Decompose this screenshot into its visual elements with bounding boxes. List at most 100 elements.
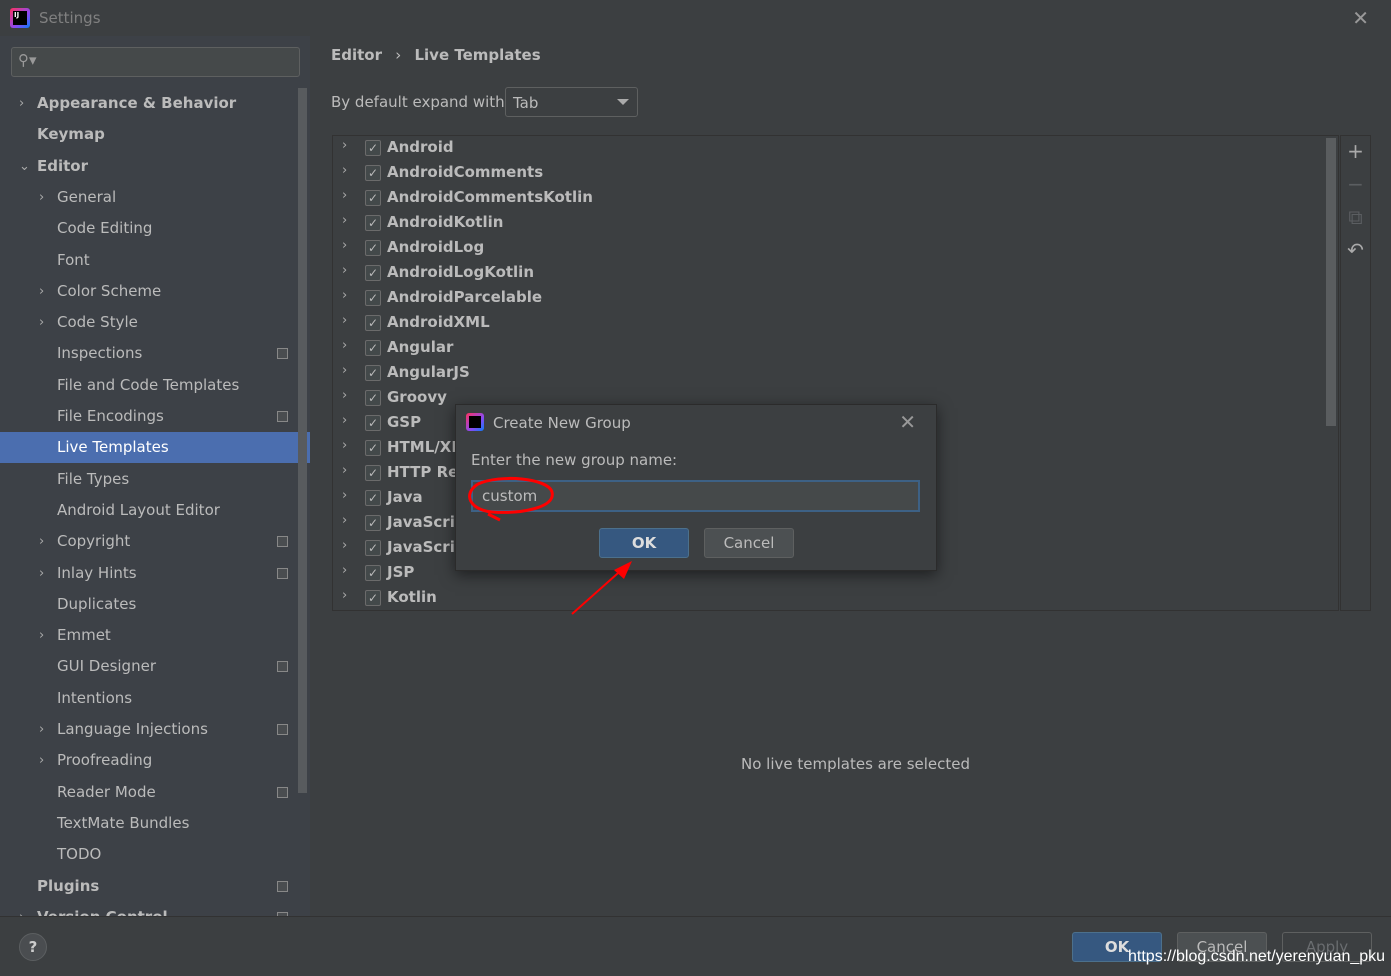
- sidebar-item-general[interactable]: › General: [0, 182, 310, 213]
- close-icon[interactable]: ✕: [1352, 6, 1369, 30]
- search-input[interactable]: ⚲▾: [11, 47, 300, 77]
- template-checkbox[interactable]: ✓: [365, 440, 381, 456]
- sidebar-item-proofreading[interactable]: › Proofreading: [0, 745, 310, 776]
- chevron-right-icon[interactable]: ›: [342, 288, 347, 303]
- sidebar-item-android-layout-editor[interactable]: Android Layout Editor: [0, 495, 310, 526]
- template-checkbox[interactable]: ✓: [365, 390, 381, 406]
- template-group-row[interactable]: › ✓ AndroidCommentsKotlin: [333, 186, 1323, 211]
- copy-icon[interactable]: ⧉: [1341, 205, 1370, 229]
- template-checkbox[interactable]: ✓: [365, 215, 381, 231]
- template-checkbox[interactable]: ✓: [365, 565, 381, 581]
- sidebar-item-plugins[interactable]: Plugins: [0, 871, 310, 902]
- chevron-right-icon[interactable]: ›: [39, 307, 44, 338]
- sidebar-item-copyright[interactable]: › Copyright: [0, 526, 310, 557]
- template-group-row[interactable]: › ✓ AndroidParcelable: [333, 286, 1323, 311]
- template-group-row[interactable]: › ✓ Angular: [333, 336, 1323, 361]
- template-checkbox[interactable]: ✓: [365, 315, 381, 331]
- sidebar-item-font[interactable]: Font: [0, 245, 310, 276]
- chevron-right-icon[interactable]: ›: [39, 745, 44, 776]
- sidebar-item-code-editing[interactable]: Code Editing: [0, 213, 310, 244]
- sidebar-item-inspections[interactable]: Inspections: [0, 338, 310, 369]
- template-checkbox[interactable]: ✓: [365, 190, 381, 206]
- template-checkbox[interactable]: ✓: [365, 140, 381, 156]
- template-checkbox[interactable]: ✓: [365, 415, 381, 431]
- sidebar-item-live-templates[interactable]: Live Templates: [0, 432, 310, 464]
- template-checkbox[interactable]: ✓: [365, 265, 381, 281]
- sidebar-item-file-encodings[interactable]: File Encodings: [0, 401, 310, 432]
- sidebar-item-intentions[interactable]: Intentions: [0, 683, 310, 714]
- chevron-right-icon[interactable]: ›: [19, 88, 24, 119]
- templates-scrollbar[interactable]: [1326, 138, 1336, 426]
- template-group-row[interactable]: › ✓ Kotlin: [333, 586, 1323, 610]
- template-checkbox[interactable]: ✓: [365, 465, 381, 481]
- template-checkbox[interactable]: ✓: [365, 515, 381, 531]
- sidebar-item-file-types[interactable]: File Types: [0, 464, 310, 495]
- chevron-right-icon[interactable]: ›: [342, 488, 347, 503]
- sidebar-item-appearance-behavior[interactable]: › Appearance & Behavior: [0, 88, 310, 119]
- chevron-right-icon[interactable]: ›: [39, 620, 44, 651]
- sidebar-item-gui-designer[interactable]: GUI Designer: [0, 651, 310, 682]
- template-group-row[interactable]: › ✓ AndroidComments: [333, 161, 1323, 186]
- template-checkbox[interactable]: ✓: [365, 365, 381, 381]
- template-group-row[interactable]: › ✓ AndroidXML: [333, 311, 1323, 336]
- sidebar-item-reader-mode[interactable]: Reader Mode: [0, 777, 310, 808]
- sidebar-scrollbar[interactable]: [298, 88, 307, 793]
- sidebar-item-duplicates[interactable]: Duplicates: [0, 589, 310, 620]
- chevron-right-icon[interactable]: ›: [342, 138, 347, 153]
- chevron-right-icon[interactable]: ›: [342, 588, 347, 603]
- template-group-row[interactable]: › ✓ Android: [333, 136, 1323, 161]
- chevron-right-icon[interactable]: ›: [342, 213, 347, 228]
- template-group-row[interactable]: › ✓ AndroidLog: [333, 236, 1323, 261]
- sidebar-item-textmate-bundles[interactable]: TextMate Bundles: [0, 808, 310, 839]
- chevron-right-icon[interactable]: ›: [342, 538, 347, 553]
- chevron-right-icon[interactable]: ›: [342, 238, 347, 253]
- chevron-right-icon[interactable]: ›: [39, 276, 44, 307]
- chevron-right-icon[interactable]: ›: [342, 563, 347, 578]
- plus-icon[interactable]: +: [1341, 139, 1370, 163]
- template-checkbox[interactable]: ✓: [365, 165, 381, 181]
- template-group-row[interactable]: › ✓ AndroidLogKotlin: [333, 261, 1323, 286]
- expand-with-select[interactable]: Tab: [505, 87, 638, 117]
- template-checkbox[interactable]: ✓: [365, 590, 381, 606]
- chevron-right-icon[interactable]: ›: [342, 188, 347, 203]
- sidebar-item-color-scheme[interactable]: › Color Scheme: [0, 276, 310, 307]
- chevron-right-icon[interactable]: ›: [39, 714, 44, 745]
- undo-icon[interactable]: ↶: [1341, 238, 1370, 262]
- dialog-ok-button[interactable]: OK: [599, 528, 689, 558]
- chevron-right-icon[interactable]: ›: [342, 338, 347, 353]
- sidebar-item-code-style[interactable]: › Code Style: [0, 307, 310, 338]
- chevron-right-icon[interactable]: ›: [39, 558, 44, 589]
- template-checkbox[interactable]: ✓: [365, 540, 381, 556]
- sidebar-item-emmet[interactable]: › Emmet: [0, 620, 310, 651]
- sidebar-item-todo[interactable]: TODO: [0, 839, 310, 870]
- group-name-input[interactable]: [471, 480, 920, 512]
- template-checkbox[interactable]: ✓: [365, 490, 381, 506]
- sidebar-item-keymap[interactable]: Keymap: [0, 119, 310, 150]
- chevron-down-icon[interactable]: ⌄: [19, 151, 30, 182]
- template-group-row[interactable]: › ✓ AngularJS: [333, 361, 1323, 386]
- template-group-row[interactable]: › ✓ AndroidKotlin: [333, 211, 1323, 236]
- template-checkbox[interactable]: ✓: [365, 240, 381, 256]
- chevron-right-icon[interactable]: ›: [39, 526, 44, 557]
- chevron-right-icon[interactable]: ›: [342, 513, 347, 528]
- help-button[interactable]: ?: [19, 933, 47, 961]
- chevron-right-icon[interactable]: ›: [342, 163, 347, 178]
- chevron-right-icon[interactable]: ›: [342, 413, 347, 428]
- sidebar-item-file-and-code-templates[interactable]: File and Code Templates: [0, 370, 310, 401]
- sidebar-item-language-injections[interactable]: › Language Injections: [0, 714, 310, 745]
- close-icon[interactable]: ✕: [899, 410, 916, 434]
- sidebar-item-editor[interactable]: ⌄ Editor: [0, 151, 310, 182]
- template-checkbox[interactable]: ✓: [365, 340, 381, 356]
- chevron-right-icon[interactable]: ›: [19, 902, 24, 916]
- dialog-cancel-button[interactable]: Cancel: [704, 528, 794, 558]
- sidebar-item-inlay-hints[interactable]: › Inlay Hints: [0, 558, 310, 589]
- template-checkbox[interactable]: ✓: [365, 290, 381, 306]
- chevron-right-icon[interactable]: ›: [342, 388, 347, 403]
- chevron-right-icon[interactable]: ›: [342, 313, 347, 328]
- chevron-right-icon[interactable]: ›: [342, 438, 347, 453]
- minus-icon[interactable]: −: [1341, 172, 1370, 196]
- breadcrumb-editor[interactable]: Editor: [331, 46, 382, 64]
- chevron-right-icon[interactable]: ›: [342, 463, 347, 478]
- chevron-right-icon[interactable]: ›: [342, 363, 347, 378]
- chevron-right-icon[interactable]: ›: [342, 263, 347, 278]
